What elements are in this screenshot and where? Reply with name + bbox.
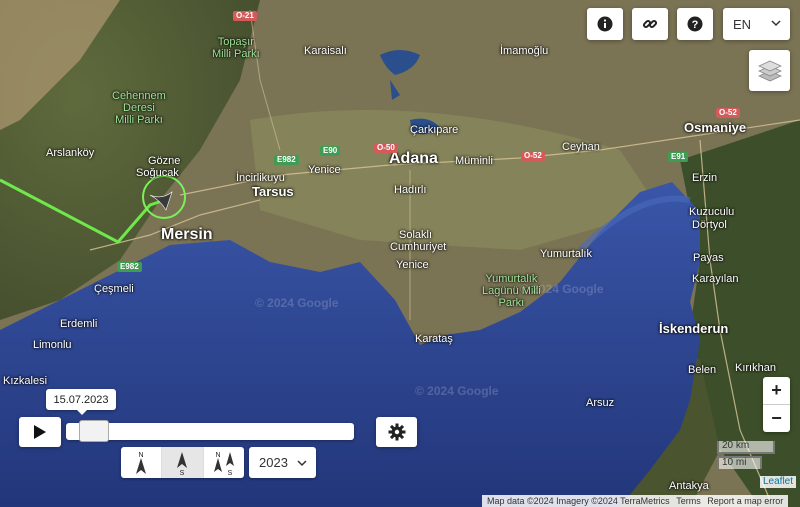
zoom-in-button[interactable]: + (763, 377, 790, 404)
road-shield-e91: E91 (668, 152, 689, 162)
place-yenice-1: Yenice (308, 164, 341, 176)
map-attribution: Map data ©2024 Imagery ©2024 TerraMetric… (482, 495, 789, 507)
play-button[interactable] (19, 417, 61, 447)
road-shield-o50: O-50 (374, 143, 398, 153)
help-icon: ? (687, 16, 703, 32)
info-icon (597, 16, 613, 32)
terms-link[interactable]: Terms (676, 496, 701, 506)
road-shield-e982-south: E982 (117, 262, 142, 272)
place-ceyhan: Ceyhan (562, 141, 600, 153)
road-shield-e982: E982 (274, 155, 299, 165)
zoom-control: + − (763, 377, 790, 432)
chevron-down-icon (771, 20, 781, 27)
watermark: © 2024 Google (520, 282, 604, 296)
place-cesmeli: Çeşmeli (94, 283, 134, 295)
place-arslankoy: Arslanköy (46, 147, 95, 159)
place-imamoglu: İmamoğlu (500, 45, 549, 57)
place-tarsus: Tarsus (252, 184, 294, 199)
south-arrow-icon: S (177, 451, 188, 476)
place-cumhuriyet: Cumhuriyet (390, 241, 447, 253)
settings-button[interactable] (376, 417, 417, 447)
year-select[interactable]: 2023 (249, 447, 316, 478)
place-belen: Belen (688, 364, 717, 376)
place-yenice-2: Yenice (396, 259, 429, 271)
map-data-attribution: Map data ©2024 Imagery ©2024 TerraMetric… (487, 496, 670, 506)
svg-text:?: ? (692, 19, 699, 31)
place-solakli: Solaklı (399, 229, 433, 241)
chevron-down-icon (297, 460, 307, 467)
place-incirlikuyu: İncirlikuyu (236, 172, 285, 184)
place-kizkalesi: Kızkalesi (3, 375, 48, 387)
road-shield-o52-east: O-52 (716, 108, 740, 118)
place-karatas: Karataş (415, 333, 453, 345)
place-kirikhan: Kırıkhan (735, 362, 776, 374)
place-sogucak: Soğucak (136, 167, 179, 179)
play-icon (34, 425, 46, 439)
gear-icon (388, 423, 405, 441)
layers-icon (757, 60, 782, 81)
year-value: 2023 (259, 455, 288, 470)
direction-north-option[interactable]: N (121, 447, 163, 478)
place-kuzuculu: Kuzuculu (689, 206, 735, 218)
share-link-button[interactable] (632, 8, 668, 40)
layers-button[interactable] (749, 50, 790, 91)
place-adana: Adana (389, 150, 438, 167)
language-value: EN (733, 16, 752, 32)
scale-mi: 10 mi (717, 456, 762, 469)
place-muminli: Müminli (455, 155, 493, 167)
place-payas: Payas (693, 252, 724, 264)
svg-text:N: N (215, 452, 220, 459)
svg-text:N: N (139, 452, 144, 459)
place-iskenderun: İskenderun (659, 321, 729, 336)
place-erzin: Erzin (692, 172, 718, 184)
timeline-slider[interactable] (66, 420, 354, 442)
watermark: © 2024 Google (415, 384, 499, 398)
direction-toggle: N S NS (121, 447, 244, 478)
place-arsuz: Arsuz (586, 397, 615, 409)
timeline-slider-handle[interactable] (78, 420, 109, 442)
place-erdemli: Erdemli (60, 318, 98, 330)
road-shield-o21: O-21 (233, 11, 257, 21)
language-select[interactable]: EN (723, 8, 790, 40)
info-button[interactable] (587, 8, 623, 40)
road-shield-o52: O-52 (521, 151, 545, 161)
place-gozne: Gözne (148, 155, 181, 167)
link-icon (642, 19, 658, 29)
scale-km: 20 km (717, 441, 775, 454)
svg-text:S: S (227, 470, 232, 476)
north-south-arrows-icon: NS (213, 451, 234, 476)
place-antakya: Antakya (669, 480, 709, 492)
help-button[interactable]: ? (677, 8, 713, 40)
place-dortyol: Dörtyol (692, 219, 727, 231)
zoom-out-button[interactable]: − (763, 405, 790, 432)
direction-both-option[interactable]: NS (204, 447, 244, 478)
timeline-date-tooltip: 15.07.2023 (46, 389, 116, 415)
place-karayilan: Karayılan (692, 273, 739, 285)
svg-text:S: S (180, 470, 185, 476)
place-carkipare: Çarkıpare (410, 124, 459, 136)
park-cehennem-deresi: Cehennem Deresi Milli Parkı (112, 90, 166, 126)
leaflet-link[interactable]: Leaflet (760, 476, 797, 488)
report-map-error-link[interactable]: Report a map error (707, 496, 783, 506)
road-shield-e90: E90 (320, 146, 341, 156)
direction-south-option[interactable]: S (162, 447, 204, 478)
place-osmaniye: Osmaniye (684, 120, 747, 135)
place-limonlu: Limonlu (33, 339, 72, 351)
place-yumurtalik: Yumurtalık (540, 248, 592, 260)
place-mersin: Mersin (161, 226, 213, 243)
place-hadirli: Hadırlı (394, 184, 427, 196)
place-karaisali: Karaisalı (304, 45, 347, 57)
north-arrow-icon: N (136, 452, 147, 474)
park-topasir: Topaşır Milli Parkı (212, 36, 260, 60)
watermark: © 2024 Google (255, 296, 339, 310)
